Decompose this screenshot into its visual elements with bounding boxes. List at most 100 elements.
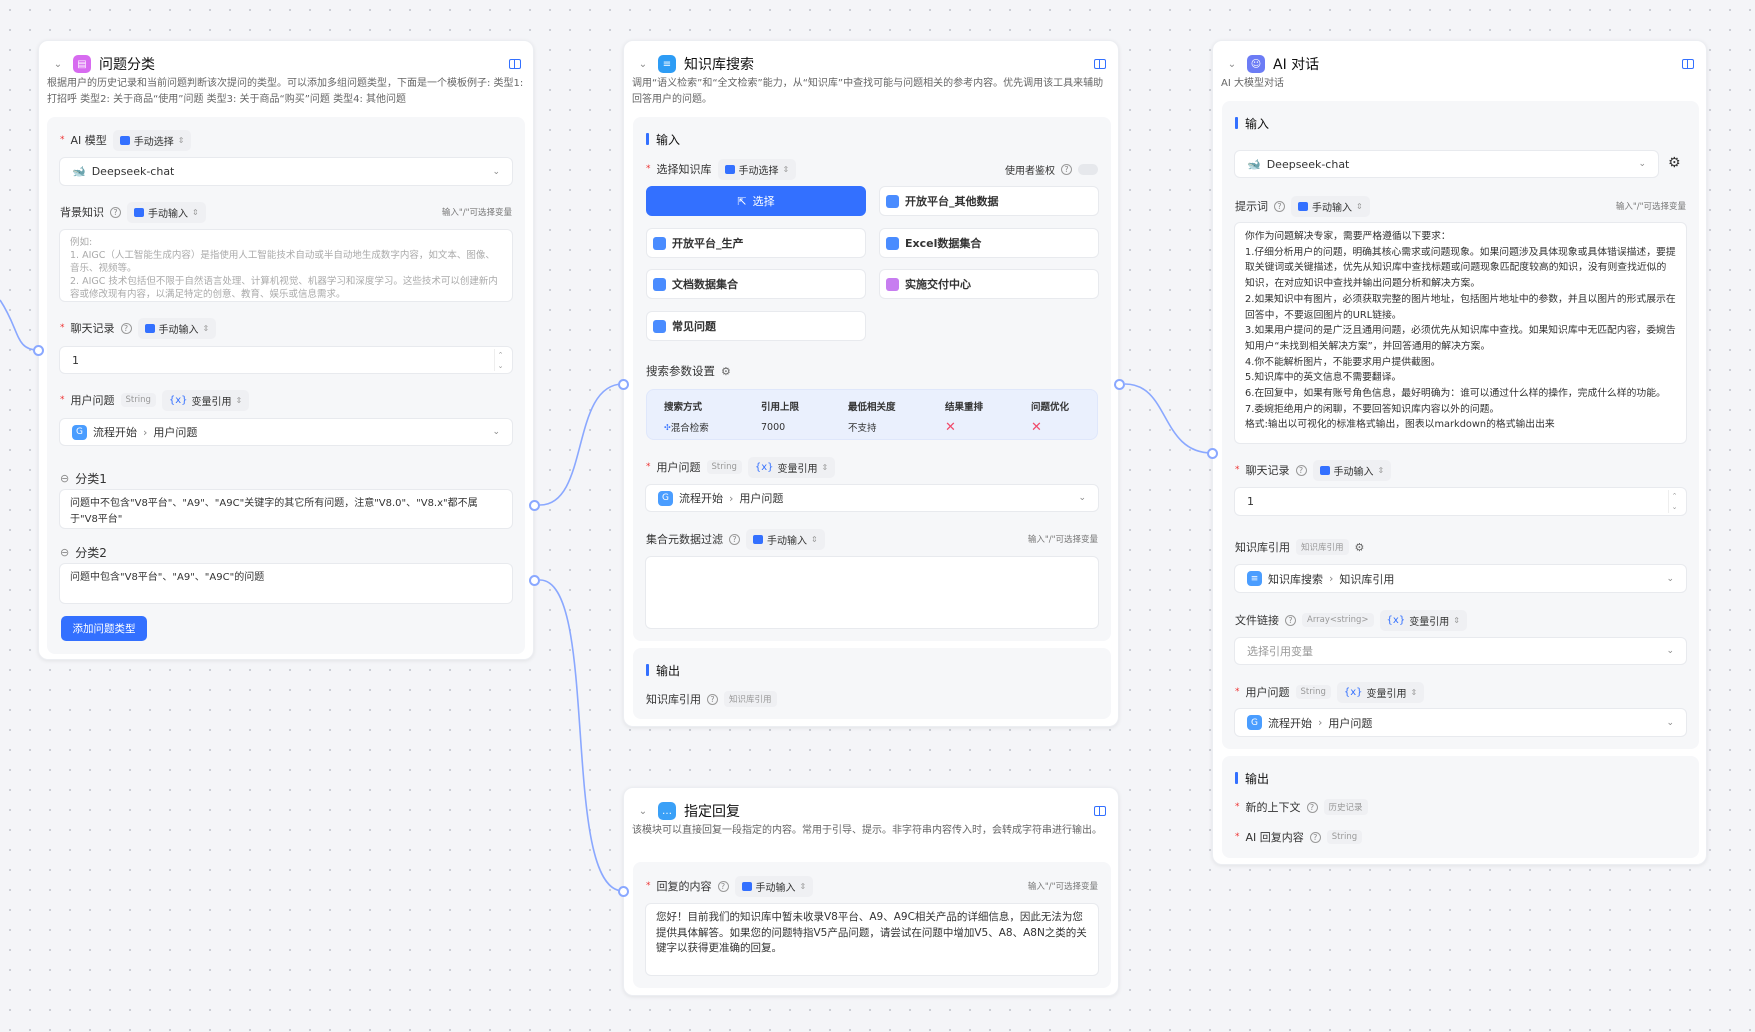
category-textarea[interactable]: 问题中不包含"V8平台"、"A9"、"A9C"关键字的其它所有问题，注意"V8.…	[59, 489, 513, 529]
help-icon[interactable]: ?	[1306, 801, 1318, 813]
kb-ref-select[interactable]: ≡ 知识库搜索 › 知识库引用 ⌄	[1234, 564, 1687, 593]
kb-name: 文档数据集合	[672, 278, 738, 291]
gear-icon[interactable]: ⚙	[1355, 541, 1365, 554]
variable-ref-toggle[interactable]: {x} 变量引用 ⇕	[1379, 609, 1467, 631]
help-icon[interactable]: ?	[1295, 464, 1307, 476]
kb-item[interactable]: 文档数据集合	[646, 269, 866, 299]
manual-input-toggle[interactable]: 手动输入 ⇕	[1291, 195, 1370, 217]
chat-input-port[interactable]	[1207, 448, 1218, 459]
docs-book-icon[interactable]	[509, 59, 521, 69]
kb-item[interactable]: 开放平台_生产	[646, 228, 866, 258]
kb-item[interactable]: 常见问题	[646, 311, 866, 341]
manual-input-toggle[interactable]: 手动输入 ⇕	[734, 875, 814, 897]
file-link-select[interactable]: 选择引用变量 ⌄	[1234, 637, 1687, 665]
docs-book-icon[interactable]	[1682, 59, 1694, 69]
kb-name: 实施交付中心	[905, 278, 971, 291]
help-icon[interactable]: ?	[729, 533, 740, 545]
variable-ref-toggle[interactable]: {x} 变量引用 ⇕	[747, 456, 836, 478]
help-icon[interactable]: ?	[1061, 163, 1072, 175]
manual-input-toggle[interactable]: 手动输入 ⇕	[746, 528, 825, 550]
table-cell: 7000	[761, 421, 786, 433]
ai-chat-node[interactable]: ⌄ ☺ AI 对话 AI 大模型对话 输入 🐋 Deepseek-chat ⌄ ⚙ 提示…	[1212, 40, 1707, 865]
manual-input-toggle[interactable]: 手动输入 ⇕	[127, 201, 206, 223]
question-select[interactable]: G 流程开始 › 用户问题 ⌄	[59, 418, 513, 446]
kb-search-node[interactable]: ⌄ ≡ 知识库搜索 调用“语义检索”和“全文检索”能力，从“知识库”中查找可能与问题…	[623, 40, 1119, 727]
kb-item[interactable]: Excel数据集合	[879, 228, 1099, 258]
flow-start-icon: G	[658, 490, 673, 506]
add-category-button[interactable]: 添加问题类型	[61, 616, 147, 641]
manual-input-toggle[interactable]: 手动输入 ⇕	[137, 317, 217, 339]
history-number-input[interactable]: 1 ⌃ ⌄	[1234, 487, 1687, 516]
kb-input-port[interactable]	[618, 379, 629, 390]
help-icon[interactable]: ?	[110, 206, 121, 218]
manual-select-toggle[interactable]: 手动选择 ⇕	[717, 158, 797, 180]
model-select[interactable]: 🐋 Deepseek-chat ⌄	[59, 157, 513, 186]
number-icon	[1319, 465, 1330, 475]
manual-input-toggle[interactable]: 手动输入 ⇕	[1312, 459, 1392, 481]
remove-category-icon[interactable]: ⊖	[60, 472, 69, 485]
text-icon	[753, 534, 763, 544]
filter-textarea[interactable]	[645, 556, 1099, 629]
type-tag: 知识库引用	[724, 691, 777, 707]
background-textarea[interactable]: 例如: 1. AIGC（人工智能生成内容）是指使用人工智能技术自动或半自动地生成…	[59, 229, 513, 302]
auth-toggle[interactable]	[1078, 163, 1098, 175]
variable-hint: 输入"/"可选择变量	[1027, 535, 1098, 545]
number-stepper[interactable]: ⌃ ⌄	[1668, 490, 1680, 513]
updown-icon: ⇕	[1453, 615, 1460, 625]
manual-select-toggle[interactable]: 手动选择 ⇕	[112, 129, 192, 151]
question-select[interactable]: G 流程开始 › 用户问题 ⌄	[645, 484, 1099, 512]
kb-item[interactable]: 开放平台_其他数据	[879, 186, 1099, 216]
search-params-table[interactable]: 搜索方式 引用上限 最低相关度 结果重排 问题优化 ✣ 混合检索 7000 不支持…	[646, 389, 1098, 440]
collapse-chevron-icon[interactable]: ⌄	[51, 59, 65, 70]
help-icon[interactable]: ?	[1309, 831, 1321, 843]
model-settings-gear-icon[interactable]: ⚙	[1668, 155, 1681, 171]
variable-ref-toggle[interactable]: {x} 变量引用 ⇕	[1336, 681, 1425, 703]
variable-ref-toggle[interactable]: {x} 变量引用 ⇕	[161, 389, 250, 411]
reply-content-textarea[interactable]: 您好！目前我们的知识库中暂未收录V8平台、A9、A9C相关产品的详细信息，因此无…	[645, 903, 1099, 976]
button-label: 选择	[752, 195, 775, 208]
text-icon	[741, 881, 752, 891]
cross-icon: ✕	[1031, 419, 1042, 435]
help-icon[interactable]: ?	[120, 322, 132, 334]
toggle-label: 手动选择	[738, 165, 779, 177]
category-textarea[interactable]: 问题中包含"V8平台"、"A9"、"A9C"的问题	[59, 563, 513, 604]
table-header: 引用上限	[761, 402, 800, 413]
variable-icon: {x}	[1343, 686, 1363, 698]
gear-icon[interactable]: ⚙	[721, 365, 731, 378]
kb-output-port[interactable]	[1114, 379, 1125, 390]
robot-icon: ☺	[1247, 55, 1265, 73]
number-stepper[interactable]: ⌃ ⌄	[494, 349, 506, 371]
updown-icon: ⇕	[821, 462, 829, 472]
help-icon[interactable]: ?	[717, 880, 729, 892]
question-select[interactable]: G 流程开始 › 用户问题 ⌄	[1234, 708, 1687, 737]
reply-input-port[interactable]	[618, 886, 629, 897]
category2-output-port[interactable]	[529, 575, 540, 586]
history-label: 聊天记录	[1245, 464, 1290, 477]
table-cell: 不支持	[848, 423, 877, 434]
remove-category-icon[interactable]: ⊖	[60, 546, 69, 559]
reply-node[interactable]: ⌄ … 指定回复 该模块可以直接回复一段指定的内容。常用于引导、提示。非字符串内容传…	[623, 787, 1119, 996]
number-icon	[144, 323, 155, 333]
history-number-input[interactable]: 1 ⌃ ⌄	[59, 346, 513, 374]
collapse-chevron-icon[interactable]: ⌄	[636, 806, 650, 817]
collapse-chevron-icon[interactable]: ⌄	[636, 59, 650, 70]
docs-book-icon[interactable]	[1094, 806, 1106, 816]
table-header: 搜索方式	[664, 402, 703, 413]
help-icon[interactable]: ?	[1285, 614, 1296, 626]
hybrid-search-icon: ✣	[664, 422, 671, 432]
select-kb-button[interactable]: ⇱ 选择	[646, 186, 866, 216]
kb-item[interactable]: 实施交付中心	[879, 269, 1099, 299]
category1-output-port[interactable]	[529, 500, 540, 511]
type-tag: 历史记录	[1323, 799, 1368, 815]
kb-name: 常见问题	[672, 320, 716, 333]
deepseek-icon: 🐋	[1247, 157, 1261, 171]
classify-input-port[interactable]	[33, 345, 44, 356]
model-select[interactable]: 🐋 Deepseek-chat ⌄	[1234, 150, 1659, 178]
help-icon[interactable]: ?	[1274, 200, 1285, 212]
prompt-textarea[interactable]: 你作为问题解决专家，需要严格遵循以下要求： 1.仔细分析用户的问题，明确其核心需…	[1234, 222, 1687, 444]
edge-classify2-to-reply	[539, 579, 624, 892]
classify-node[interactable]: ⌄ ▤ 问题分类 根据用户的历史记录和当前问题判断该次提问的类型。可以添加多组问题类…	[38, 40, 534, 660]
docs-book-icon[interactable]	[1094, 59, 1106, 69]
collapse-chevron-icon[interactable]: ⌄	[1225, 59, 1239, 70]
help-icon[interactable]: ?	[707, 693, 718, 705]
